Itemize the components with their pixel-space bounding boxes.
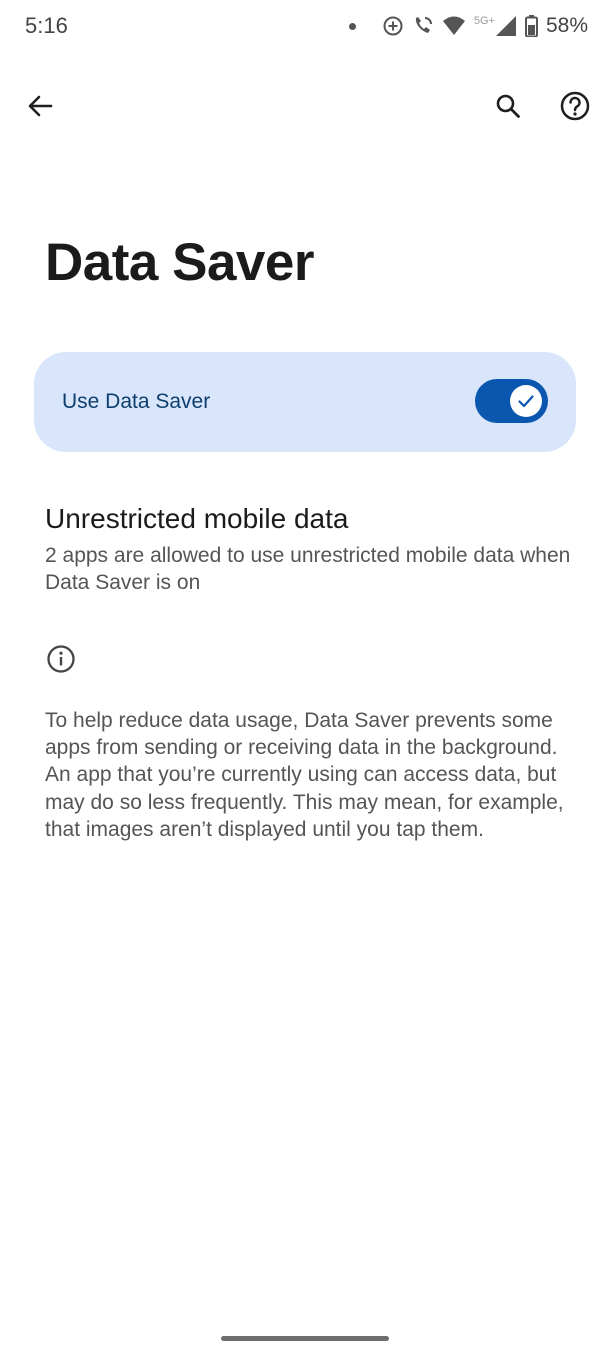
search-icon — [496, 94, 520, 118]
page-title: Data Saver — [45, 233, 315, 292]
toggle-thumb — [510, 385, 542, 417]
gesture-nav-handle[interactable] — [221, 1336, 389, 1341]
screen: 5:16 5G+ 58% Data Saver Use Data Saver U… — [0, 0, 610, 1356]
use-data-saver-switch-bar[interactable]: Use Data Saver — [34, 352, 576, 452]
unrestricted-title: Unrestricted mobile data — [45, 503, 349, 534]
arrow-back-icon — [28, 95, 53, 117]
battery-icon — [524, 15, 538, 37]
use-data-saver-toggle[interactable] — [475, 379, 548, 423]
use-data-saver-label: Use Data Saver — [62, 390, 211, 413]
status-bar: 5:16 5G+ 58% — [0, 0, 610, 54]
notification-dot-icon — [348, 22, 356, 30]
unrestricted-summary: 2 apps are allowed to use unrestricted m… — [45, 544, 571, 594]
help-icon — [560, 91, 590, 121]
status-icons: 5G+ 58% — [348, 12, 588, 40]
data-saver-status-icon — [382, 15, 404, 37]
wifi-icon — [442, 15, 466, 37]
battery-percentage: 58% — [545, 14, 588, 37]
wifi-calling-icon — [412, 15, 434, 37]
network-type-label: 5G+ — [473, 15, 495, 27]
status-time: 5:16 — [25, 13, 68, 38]
help-button[interactable] — [557, 88, 593, 124]
info-icon — [47, 645, 75, 673]
data-saver-description: To help reduce data usage, Data Saver pr… — [45, 709, 564, 841]
back-button[interactable] — [22, 88, 58, 124]
cell-signal-icon — [495, 15, 517, 37]
search-button[interactable] — [490, 88, 526, 124]
check-icon — [518, 395, 534, 408]
